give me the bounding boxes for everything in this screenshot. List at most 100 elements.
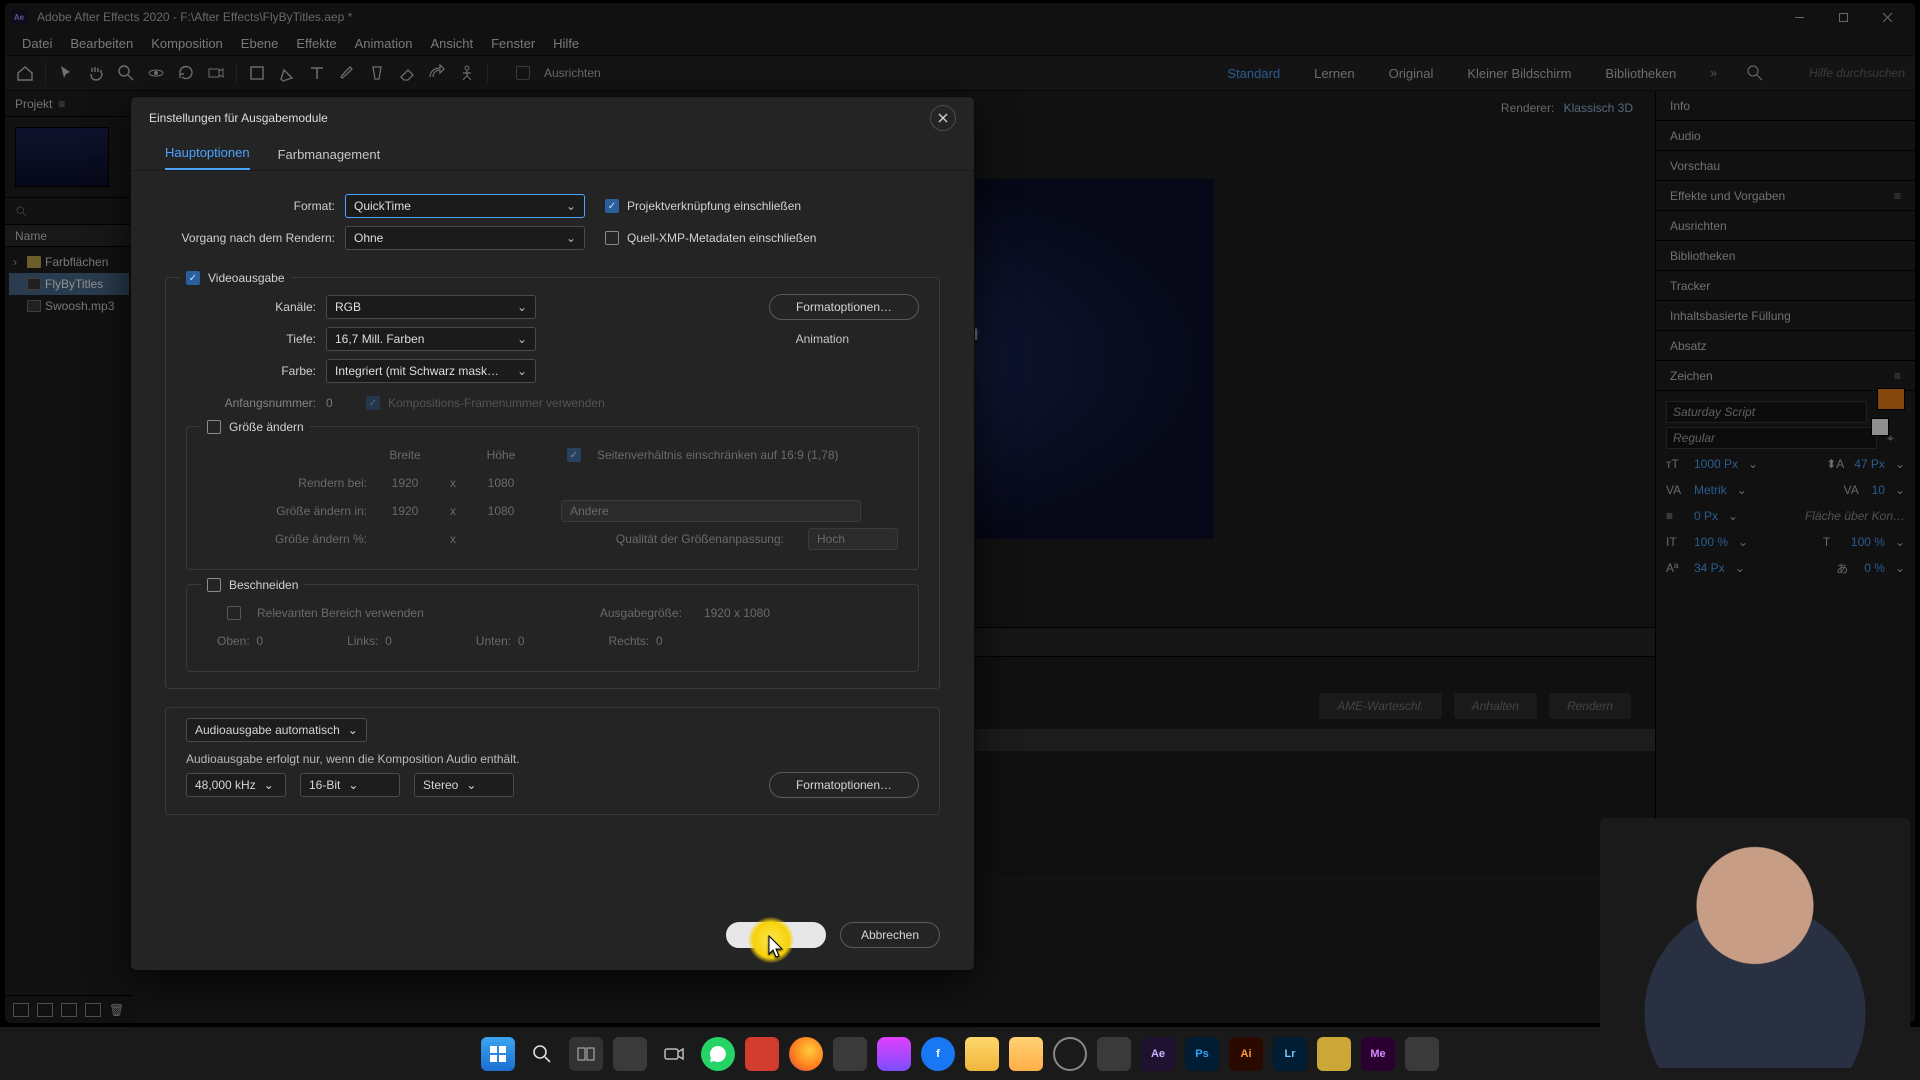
workspace-lernen[interactable]: Lernen	[1314, 66, 1354, 81]
taskbar-search-button[interactable]	[525, 1037, 559, 1071]
audio-format-options-button[interactable]: Formatoptionen…	[769, 772, 919, 798]
menu-ebene[interactable]: Ebene	[232, 32, 288, 55]
taskbar-folder-2[interactable]	[1009, 1037, 1043, 1071]
font-size-value[interactable]: 1000 Px	[1694, 457, 1738, 471]
include-project-link-checkbox[interactable]: ✓	[605, 199, 619, 213]
project-search-input[interactable]	[5, 197, 133, 225]
project-panel-tab[interactable]: Projekt ≡	[5, 91, 133, 117]
panel-vorschau[interactable]: Vorschau	[1656, 151, 1915, 181]
ok-button[interactable]: OK	[726, 922, 826, 948]
taskbar-app-generic-4[interactable]	[1405, 1037, 1439, 1071]
trash-icon[interactable]: 🗑	[109, 1003, 124, 1017]
clone-tool-icon[interactable]	[367, 63, 387, 83]
camera-tool-icon[interactable]	[206, 63, 226, 83]
window-maximize-button[interactable]	[1821, 3, 1865, 31]
audio-channels-dropdown[interactable]: Stereo⌄	[414, 773, 514, 797]
taskbar-app-generic-3[interactable]	[1097, 1037, 1131, 1071]
pause-button[interactable]: Anhalten	[1454, 693, 1537, 719]
taskbar-whatsapp[interactable]	[701, 1037, 735, 1071]
workspace-original[interactable]: Original	[1389, 66, 1434, 81]
workspace-overflow-icon[interactable]: »	[1710, 66, 1717, 81]
panel-absatz[interactable]: Absatz	[1656, 331, 1915, 361]
selection-tool-icon[interactable]	[56, 63, 76, 83]
brush-tool-icon[interactable]	[337, 63, 357, 83]
renderer-value[interactable]: Klassisch 3D	[1564, 101, 1633, 115]
resize-checkbox[interactable]	[207, 420, 221, 434]
tsume-value[interactable]: 0 %	[1864, 561, 1885, 575]
panel-tracker[interactable]: Tracker	[1656, 271, 1915, 301]
stroke-width-value[interactable]: 0 Px	[1694, 509, 1718, 523]
taskbar-messenger[interactable]	[877, 1037, 911, 1071]
shape-tool-icon[interactable]	[247, 63, 267, 83]
tab-main-options[interactable]: Hauptoptionen	[165, 145, 250, 170]
cancel-button[interactable]: Abbrechen	[840, 922, 940, 948]
menu-datei[interactable]: Datei	[13, 32, 61, 55]
taskbar-photoshop[interactable]: Ps	[1185, 1037, 1219, 1071]
type-tool-icon[interactable]	[307, 63, 327, 83]
panel-zeichen[interactable]: Zeichen≡	[1656, 361, 1915, 391]
post-render-dropdown[interactable]: Ohne⌄	[345, 226, 585, 250]
taskbar-facebook[interactable]: f	[921, 1037, 955, 1071]
project-item-folder[interactable]: ›Farbflächen	[9, 251, 129, 273]
format-dropdown[interactable]: QuickTime⌄	[345, 194, 585, 218]
menu-komposition[interactable]: Komposition	[142, 32, 232, 55]
search-icon[interactable]	[1745, 63, 1765, 83]
bpc-icon[interactable]	[85, 1003, 101, 1017]
taskbar-obs[interactable]	[1053, 1037, 1087, 1071]
panel-menu-icon[interactable]: ≡	[58, 97, 65, 111]
taskbar-app-generic-2[interactable]	[833, 1037, 867, 1071]
hand-tool-icon[interactable]	[86, 63, 106, 83]
menu-animation[interactable]: Animation	[346, 32, 422, 55]
interpret-icon[interactable]	[13, 1003, 29, 1017]
roto-tool-icon[interactable]	[427, 63, 447, 83]
snapping-checkbox[interactable]	[516, 66, 530, 80]
rotate-tool-icon[interactable]	[176, 63, 196, 83]
panel-info[interactable]: Info	[1656, 91, 1915, 121]
workspace-kleiner[interactable]: Kleiner Bildschirm	[1467, 66, 1571, 81]
baseline-value[interactable]: 34 Px	[1694, 561, 1725, 575]
window-close-button[interactable]	[1865, 3, 1909, 31]
video-format-options-button[interactable]: Formatoptionen…	[769, 294, 919, 320]
menu-hilfe[interactable]: Hilfe	[544, 32, 588, 55]
tracking-value[interactable]: 10	[1872, 483, 1885, 497]
taskbar-explorer[interactable]	[965, 1037, 999, 1071]
hscale-value[interactable]: 100 %	[1851, 535, 1885, 549]
depth-dropdown[interactable]: 16,7 Mill. Farben⌄	[326, 327, 536, 351]
tab-color-management[interactable]: Farbmanagement	[278, 147, 381, 170]
panel-effekte[interactable]: Effekte und Vorgaben≡	[1656, 181, 1915, 211]
crop-checkbox[interactable]	[207, 578, 221, 592]
workspace-bibliotheken[interactable]: Bibliotheken	[1605, 66, 1676, 81]
panel-bibliotheken[interactable]: Bibliotheken	[1656, 241, 1915, 271]
audio-rate-dropdown[interactable]: 48,000 kHz⌄	[186, 773, 286, 797]
menu-bearbeiten[interactable]: Bearbeiten	[61, 32, 142, 55]
project-item-comp[interactable]: FlyByTitles	[9, 273, 129, 295]
panel-ausrichten[interactable]: Ausrichten	[1656, 211, 1915, 241]
taskbar-firefox[interactable]	[789, 1037, 823, 1071]
taskbar-after-effects[interactable]: Ae	[1141, 1037, 1175, 1071]
orbit-tool-icon[interactable]	[146, 63, 166, 83]
audio-depth-dropdown[interactable]: 16-Bit⌄	[300, 773, 400, 797]
ame-queue-button[interactable]: AME-Warteschl.	[1319, 693, 1441, 719]
leading-value[interactable]: 47 Px	[1854, 457, 1885, 471]
taskbar-app-red[interactable]	[745, 1037, 779, 1071]
menu-fenster[interactable]: Fenster	[482, 32, 544, 55]
dialog-close-button[interactable]	[930, 105, 956, 131]
menu-effekte[interactable]: Effekte	[287, 32, 345, 55]
puppet-tool-icon[interactable]	[457, 63, 477, 83]
help-search-input[interactable]: Hilfe durchsuchen	[1809, 66, 1905, 80]
kerning-value[interactable]: Metrik	[1694, 483, 1727, 497]
new-folder-icon[interactable]	[37, 1003, 53, 1017]
vscale-value[interactable]: 100 %	[1694, 535, 1728, 549]
project-item-audio[interactable]: Swoosh.mp3	[9, 295, 129, 317]
taskbar-lightroom[interactable]: Lr	[1273, 1037, 1307, 1071]
panel-content-aware[interactable]: Inhaltsbasierte Füllung	[1656, 301, 1915, 331]
font-family-dropdown[interactable]: Saturday Script	[1666, 401, 1867, 423]
color-dropdown[interactable]: Integriert (mit Schwarz mask…⌄	[326, 359, 536, 383]
menu-ansicht[interactable]: Ansicht	[421, 32, 482, 55]
include-xmp-checkbox[interactable]	[605, 231, 619, 245]
new-comp-icon[interactable]	[61, 1003, 77, 1017]
zoom-tool-icon[interactable]	[116, 63, 136, 83]
stroke-order-hint[interactable]: Fläche über Kon…	[1805, 509, 1905, 523]
font-style-dropdown[interactable]: Regular	[1666, 427, 1877, 449]
taskbar-illustrator[interactable]: Ai	[1229, 1037, 1263, 1071]
